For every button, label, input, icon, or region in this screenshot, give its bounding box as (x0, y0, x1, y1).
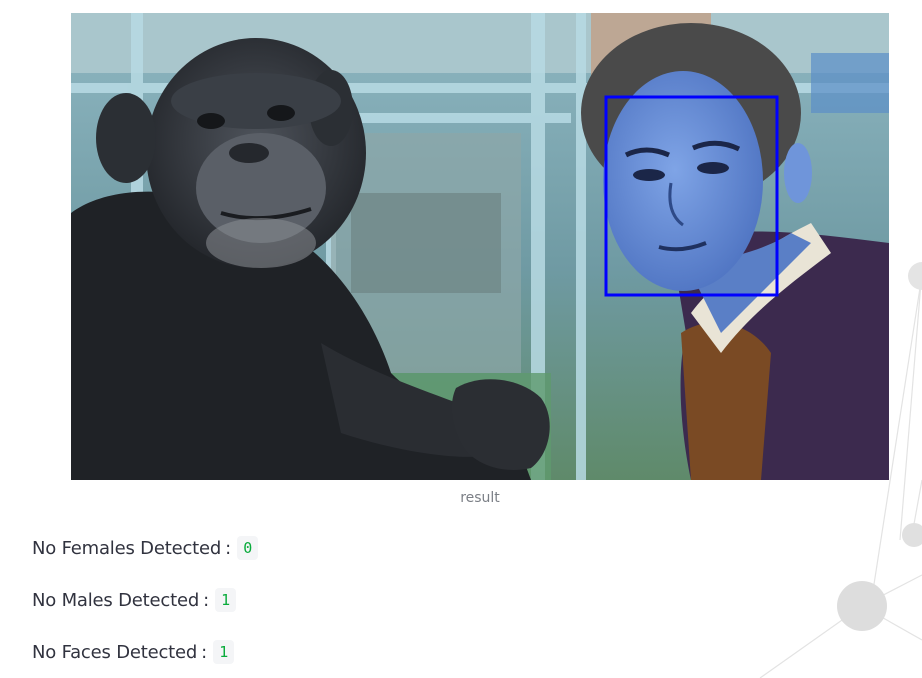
males-label: No Males Detected (32, 589, 200, 611)
males-separator: : (203, 589, 210, 611)
faces-count: 1 (213, 640, 235, 664)
males-count: 1 (215, 588, 237, 612)
females-separator: : (225, 537, 232, 559)
network-node (902, 523, 922, 547)
females-count: 0 (237, 536, 259, 560)
faces-separator: : (201, 641, 208, 663)
females-label: No Females Detected (32, 537, 222, 559)
faces-stat: No Faces Detected : 1 (32, 640, 235, 664)
app-page: result No Females Detected : 0 No Males … (0, 0, 922, 678)
males-stat: No Males Detected : 1 (32, 588, 237, 612)
females-stat: No Females Detected : 0 (32, 536, 259, 560)
network-node (908, 262, 922, 290)
result-image (71, 13, 889, 480)
network-node (837, 581, 887, 631)
image-caption: result (460, 490, 500, 506)
faces-label: No Faces Detected (32, 641, 198, 663)
